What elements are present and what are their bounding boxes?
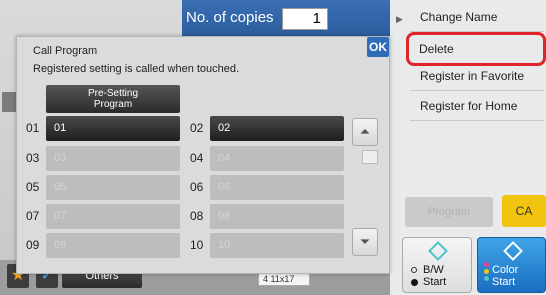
preset-label-line1: Pre-Setting xyxy=(87,88,139,99)
program-button-01[interactable]: 01 xyxy=(46,116,180,141)
color-dot-icon xyxy=(484,269,489,274)
bw-start-label: Start xyxy=(423,276,447,288)
pre-setting-program-button[interactable]: Pre-Setting Program xyxy=(46,85,180,113)
program-button-02[interactable]: 02 xyxy=(210,116,344,141)
start-icon xyxy=(503,241,523,261)
program-button-08[interactable]: 08 xyxy=(210,204,344,229)
bw-label: B/W xyxy=(423,264,444,276)
program-number: 05 xyxy=(26,180,40,194)
program-number: 03 xyxy=(26,151,40,165)
program-button-09[interactable]: 09 xyxy=(46,233,180,258)
program-button-04[interactable]: 04 xyxy=(210,146,344,171)
change-name-button[interactable]: Change Name xyxy=(410,2,544,32)
start-icon xyxy=(428,241,448,261)
program-button-05[interactable]: 05 xyxy=(46,175,180,200)
panel-arrow-icon: ▶ xyxy=(396,14,403,24)
background-tab xyxy=(2,92,16,112)
program-number: 06 xyxy=(190,180,204,194)
preset-label-line2: Program xyxy=(93,99,133,110)
color-dot-icon xyxy=(484,262,489,267)
color-start-label: Start xyxy=(492,276,516,288)
program-button-10[interactable]: 10 xyxy=(210,233,344,258)
bw-indicator-icon xyxy=(411,267,417,273)
scroll-down-icon[interactable]: ⏷ xyxy=(352,228,378,256)
scroll-up-icon[interactable]: ⏶ xyxy=(352,118,378,146)
program-button-07[interactable]: 07 xyxy=(46,204,180,229)
bw-dot-icon xyxy=(411,279,418,286)
program-button-06[interactable]: 06 xyxy=(210,175,344,200)
color-start-button[interactable]: Color Start xyxy=(477,237,546,293)
dialog-description: Registered setting is called when touche… xyxy=(33,63,240,75)
program-number: 07 xyxy=(26,209,40,223)
program-number: 09 xyxy=(26,238,40,252)
scrollbar-thumb[interactable] xyxy=(362,150,378,164)
call-program-dialog: Call Program Registered setting is calle… xyxy=(16,36,390,274)
register-home-button[interactable]: Register for Home xyxy=(410,91,544,121)
program-number: 01 xyxy=(26,121,40,135)
program-button[interactable]: Program xyxy=(405,197,493,227)
program-number: 04 xyxy=(190,151,204,165)
bw-start-button[interactable]: B/W Start xyxy=(402,237,472,293)
program-button-03[interactable]: 03 xyxy=(46,146,180,171)
copies-label: No. of copies xyxy=(186,9,274,26)
clear-all-button[interactable]: CA xyxy=(502,195,546,227)
copies-field[interactable]: 1 xyxy=(282,8,328,30)
register-favorite-button[interactable]: Register in Favorite xyxy=(410,61,544,91)
ok-button[interactable]: OK xyxy=(367,37,389,57)
program-number: 08 xyxy=(190,209,204,223)
color-dot-icon xyxy=(484,276,489,281)
program-number: 10 xyxy=(190,238,204,252)
dialog-title: Call Program xyxy=(33,45,98,57)
color-label: Color xyxy=(492,264,519,276)
program-number: 02 xyxy=(190,121,204,135)
